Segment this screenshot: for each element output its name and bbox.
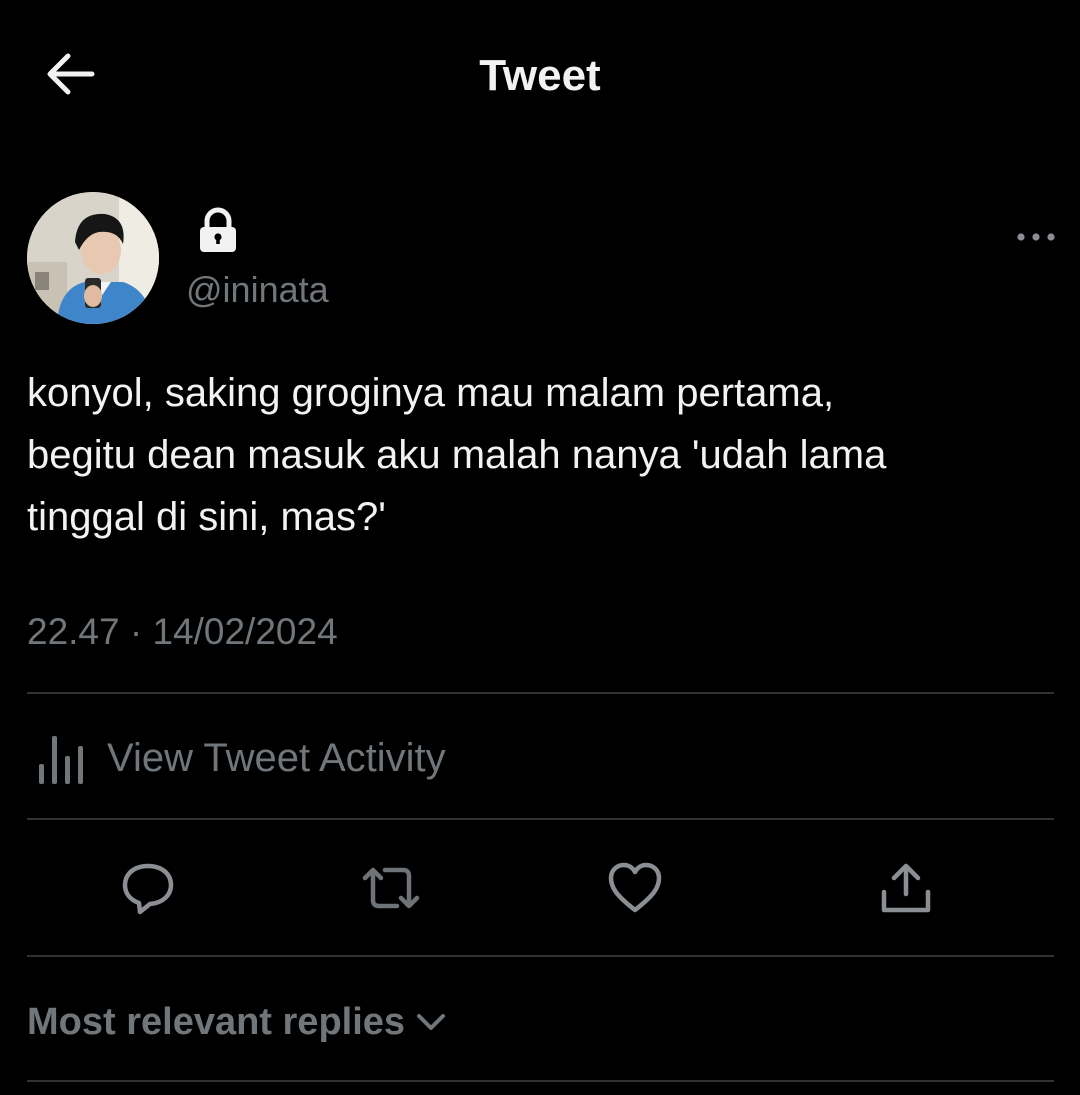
more-options-button[interactable] bbox=[1006, 220, 1066, 254]
more-dots-icon bbox=[1017, 233, 1055, 241]
retweet-button[interactable] bbox=[355, 852, 427, 924]
view-tweet-activity-button[interactable]: View Tweet Activity bbox=[27, 722, 1054, 794]
arrow-left-icon bbox=[47, 53, 95, 95]
retweet-icon bbox=[362, 867, 420, 909]
replies-sort-dropdown[interactable]: Most relevant replies bbox=[27, 994, 451, 1050]
avatar-photo bbox=[27, 192, 159, 324]
page-title: Tweet bbox=[479, 51, 601, 100]
divider bbox=[27, 818, 1054, 820]
tweet-text: konyol, saking groginya mau malam pertam… bbox=[27, 371, 887, 539]
chevron-down-icon bbox=[417, 1014, 446, 1030]
share-icon bbox=[881, 863, 931, 913]
back-button[interactable] bbox=[36, 46, 102, 102]
divider bbox=[27, 692, 1054, 694]
bar-chart-icon bbox=[39, 736, 83, 784]
activity-label: View Tweet Activity bbox=[107, 736, 446, 780]
reply-icon bbox=[122, 863, 174, 915]
reply-button[interactable] bbox=[112, 852, 184, 924]
divider bbox=[27, 955, 1054, 957]
lock-icon bbox=[200, 207, 236, 252]
like-button[interactable] bbox=[599, 852, 671, 924]
divider bbox=[27, 1080, 1054, 1082]
replies-sort-label: Most relevant replies bbox=[27, 1001, 406, 1043]
tweet-timestamp[interactable]: 22.47 · 14/02/2024 bbox=[27, 606, 338, 658]
avatar[interactable] bbox=[27, 192, 159, 324]
user-handle[interactable]: @ininata bbox=[186, 266, 329, 314]
share-button[interactable] bbox=[870, 852, 942, 924]
heart-icon bbox=[608, 862, 662, 913]
